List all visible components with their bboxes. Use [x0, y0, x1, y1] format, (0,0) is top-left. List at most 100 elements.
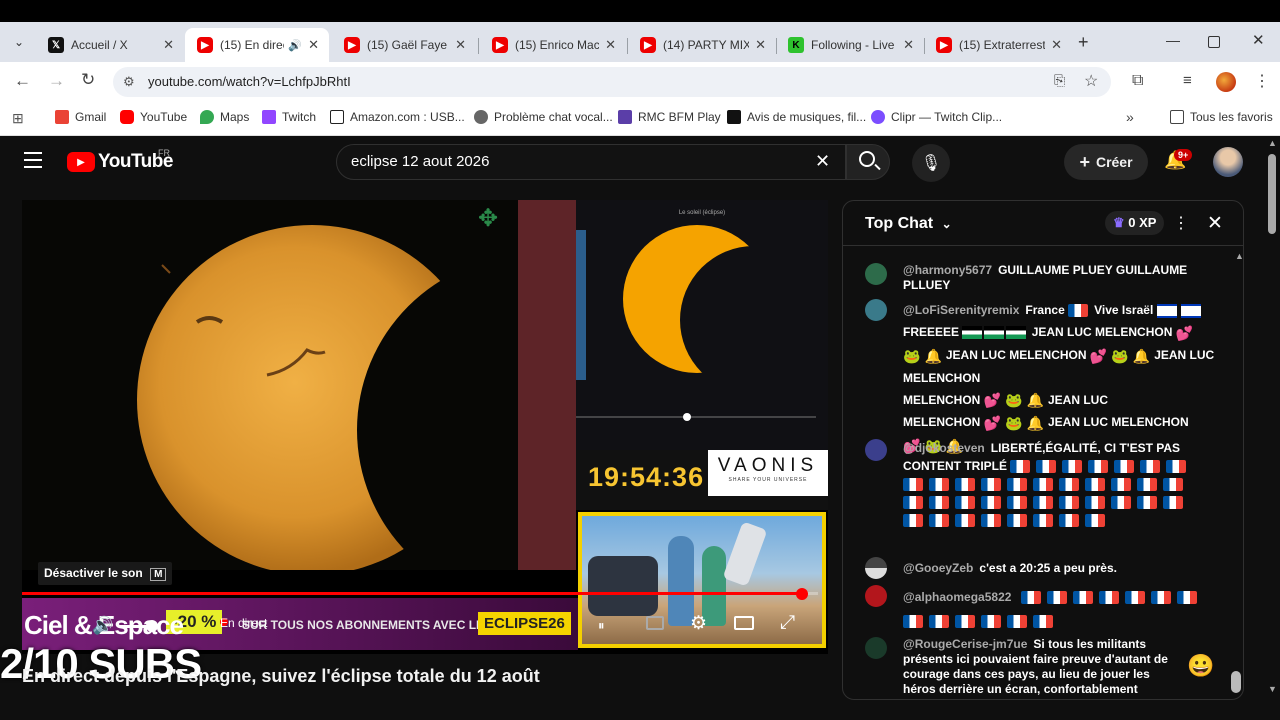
- tab-gael-faye[interactable]: ▶ (15) Gaël Faye (f ✕: [332, 28, 476, 62]
- new-tab-button[interactable]: +: [1078, 32, 1089, 53]
- extensions-icon[interactable]: ⧉: [1132, 72, 1143, 90]
- bookmark-maps[interactable]: Maps: [200, 110, 249, 124]
- youtube-logo-icon[interactable]: ▶: [67, 152, 95, 172]
- close-chat-icon[interactable]: ✕: [1207, 212, 1223, 235]
- theater-mode-icon[interactable]: [734, 616, 754, 630]
- tab-close-icon[interactable]: ✕: [903, 37, 914, 53]
- avatar[interactable]: [865, 299, 887, 321]
- chat-author[interactable]: @GooeyZeb: [903, 561, 973, 575]
- omnibox[interactable]: ⚙ youtube.com/watch?v=LchfpJbRhtI ⎘ ☆: [113, 67, 1111, 97]
- region-code: FR: [158, 148, 170, 158]
- clear-search-icon[interactable]: ✕: [815, 151, 830, 172]
- install-app-icon[interactable]: ⎘: [1054, 72, 1065, 89]
- window-close-icon[interactable]: ✕: [1252, 31, 1265, 49]
- bookmark-star-icon[interactable]: ☆: [1084, 71, 1098, 91]
- progress-scrubber[interactable]: [796, 588, 809, 600]
- restore-icon[interactable]: [1208, 36, 1220, 48]
- avatar[interactable]: [865, 263, 887, 285]
- car: [588, 556, 658, 616]
- chat-menu-icon[interactable]: ⋮: [1173, 213, 1189, 233]
- france-flag-icon: [1114, 460, 1135, 474]
- all-bookmarks-folder[interactable]: Tous les favoris: [1170, 110, 1273, 124]
- tab-search-chevron-icon[interactable]: ⌄: [8, 31, 30, 53]
- bookmark-probleme-chat[interactable]: Problème chat vocal...: [474, 110, 613, 124]
- search-button[interactable]: [846, 144, 890, 180]
- pause-indicator-icon[interactable]: ⏸: [598, 618, 605, 634]
- account-avatar[interactable]: [1213, 147, 1243, 177]
- page-scrollbar-thumb[interactable]: [1268, 154, 1276, 234]
- reload-icon[interactable]: ↻: [81, 70, 95, 90]
- reaction-emoji-icon[interactable]: 😀: [1187, 653, 1214, 679]
- tab-close-icon[interactable]: ✕: [163, 37, 174, 53]
- minimize-icon[interactable]: —: [1166, 32, 1180, 48]
- chat-scrollbar-thumb[interactable]: [1231, 671, 1241, 693]
- bookmark-amazon[interactable]: Amazon.com : USB...: [330, 110, 465, 124]
- progress-track[interactable]: [22, 592, 818, 595]
- chat-author[interactable]: @alphaomega5822: [903, 590, 1011, 604]
- volume-icon[interactable]: 🔊: [92, 616, 113, 636]
- bookmark-label: Gmail: [75, 110, 107, 124]
- plus-icon: +: [1079, 151, 1090, 172]
- avatar[interactable]: [865, 557, 887, 579]
- tab-youtube-live[interactable]: ▶ (15) En direct 🔊 ✕: [185, 28, 329, 62]
- avatar[interactable]: [865, 585, 887, 607]
- tab-close-icon[interactable]: ✕: [308, 37, 319, 53]
- vaonis-logo: VAONIS: [717, 455, 819, 476]
- video-player[interactable]: ✥ Le soleil (éclipse) 19:54:36 VAONIS SH…: [22, 200, 828, 654]
- apps-grid-icon[interactable]: ⊞: [12, 110, 24, 127]
- subtitles-icon[interactable]: [646, 616, 664, 630]
- tab-enrico-macias[interactable]: ▶ (15) Enrico Macia ✕: [480, 28, 626, 62]
- live-label[interactable]: En direct: [220, 616, 267, 630]
- chat-message: @djokosteven LIBERTÉ,ÉGALITÉ, CI T'EST PA…: [865, 439, 1225, 529]
- voice-search-mic-icon[interactable]: 🎙: [912, 144, 950, 182]
- move-arrows-icon: ✥: [478, 205, 499, 232]
- avatar[interactable]: [865, 439, 887, 461]
- bookmark-clipr[interactable]: Clipr — Twitch Clip...: [871, 110, 1002, 124]
- profile-avatar[interactable]: [1216, 72, 1236, 92]
- search-icon: [859, 151, 875, 167]
- back-icon[interactable]: ←: [14, 71, 31, 91]
- chat-mode-dropdown[interactable]: Top Chat ⌄: [865, 215, 952, 233]
- page-scroll-up-icon[interactable]: ▲: [1268, 138, 1277, 148]
- palestine-flag-icon: [1006, 326, 1027, 340]
- create-button[interactable]: + Créer: [1064, 144, 1148, 180]
- youtube-icon: [120, 110, 134, 124]
- more-bookmarks-chevron-icon[interactable]: »: [1126, 109, 1134, 125]
- chat-author[interactable]: @RougeCerise-jm7ue: [903, 637, 1027, 651]
- bookmark-twitch[interactable]: Twitch: [262, 110, 316, 124]
- chat-author[interactable]: @djokosteven: [903, 441, 985, 455]
- chat-author[interactable]: @LoFiSerenityremix: [903, 303, 1019, 317]
- tab-x[interactable]: 𝕏 Accueil / X ✕: [36, 28, 184, 62]
- site-info-icon[interactable]: ⚙: [123, 74, 135, 90]
- chat-message: @alphaomega5822: [865, 585, 1225, 633]
- tab-close-icon[interactable]: ✕: [605, 37, 616, 53]
- bookmark-youtube[interactable]: YouTube: [120, 110, 187, 124]
- tab-kick-following[interactable]: K Following - Live ✕: [776, 28, 924, 62]
- page-scroll-down-icon[interactable]: ▼: [1268, 684, 1277, 694]
- xp-badge[interactable]: ♛ 0 XP: [1105, 211, 1165, 235]
- search-input[interactable]: eclipse 12 aout 2026: [351, 153, 489, 170]
- tab-extraterrestre[interactable]: ▶ (15) Extraterrest ✕: [924, 28, 1072, 62]
- forward-icon[interactable]: →: [48, 71, 65, 91]
- bookmark-avis-musiques[interactable]: Avis de musiques, fil...: [727, 110, 866, 124]
- scroll-up-arrow-icon[interactable]: ▲: [1235, 251, 1243, 261]
- volume-knob[interactable]: [146, 620, 158, 632]
- media-control-icon[interactable]: ≡: [1183, 72, 1192, 89]
- avatar[interactable]: [865, 637, 887, 659]
- tab-close-icon[interactable]: ✕: [1051, 37, 1062, 53]
- tab-party-mix[interactable]: ▶ (14) PARTY MIX ✕: [628, 28, 776, 62]
- fullscreen-icon[interactable]: ⤢: [780, 612, 795, 634]
- israel-flag-icon: [1180, 303, 1201, 318]
- url-text[interactable]: youtube.com/watch?v=LchfpJbRhtI: [148, 74, 351, 89]
- chat-author[interactable]: @harmony5677: [903, 263, 992, 277]
- bookmark-gmail[interactable]: Gmail: [55, 110, 106, 124]
- address-bar-row: ← → ↻ ⚙ youtube.com/watch?v=LchfpJbRhtI …: [0, 62, 1280, 102]
- tab-close-icon[interactable]: ✕: [455, 37, 466, 53]
- tab-close-icon[interactable]: ✕: [755, 37, 766, 53]
- search-box[interactable]: eclipse 12 aout 2026 ✕: [336, 144, 846, 180]
- bookmark-rmc[interactable]: RMC BFM Play: [618, 110, 721, 124]
- settings-gear-icon[interactable]: ⚙: [690, 612, 707, 635]
- chrome-menu-icon[interactable]: ⋮: [1254, 71, 1270, 91]
- hamburger-menu-icon[interactable]: [24, 152, 42, 168]
- speaker-icon[interactable]: 🔊: [288, 39, 302, 52]
